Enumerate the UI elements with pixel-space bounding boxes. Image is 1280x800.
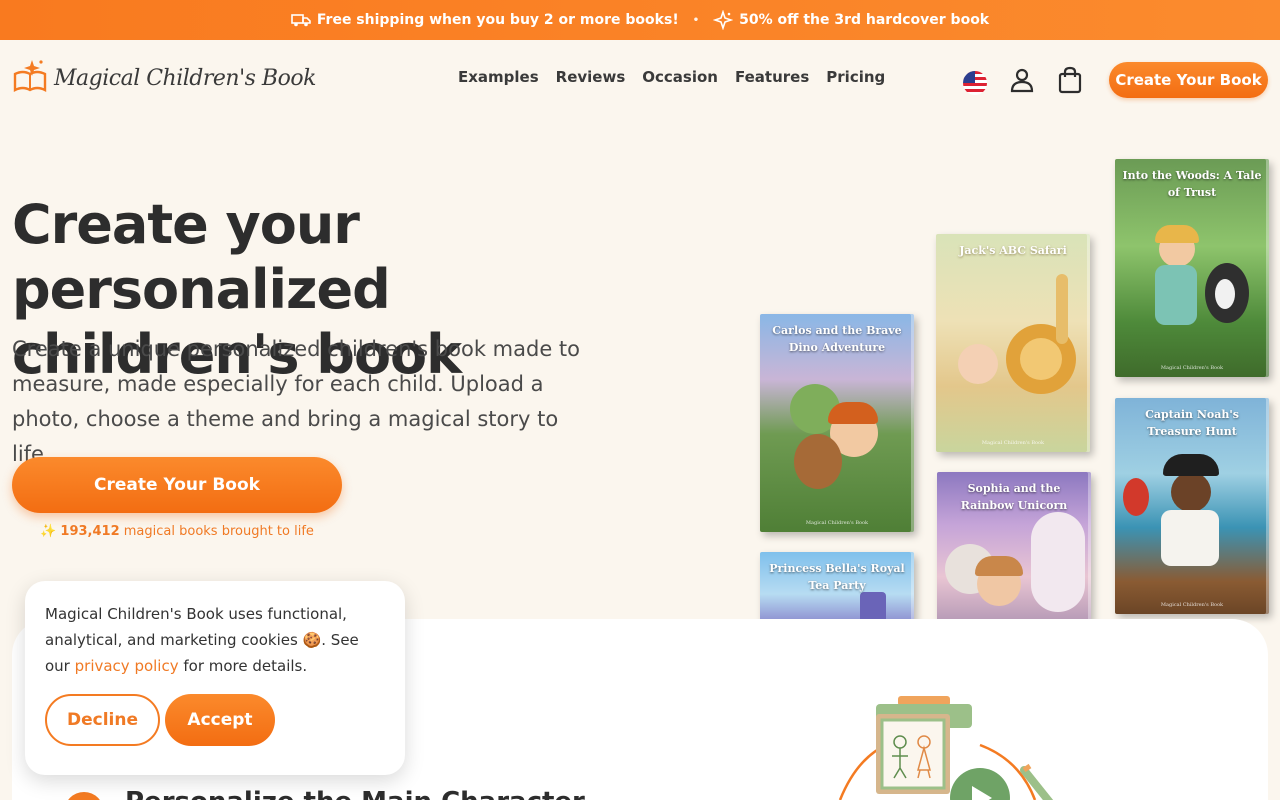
logo-text: Magical Children's Book [54,66,316,91]
cookie-message: Magical Children's Book uses functional,… [45,601,385,679]
header-create-book-button[interactable]: Create Your Book [1109,62,1268,98]
book-logo-icon [12,58,48,99]
book-title: Carlos and the Brave Dino Adventure [772,324,902,354]
user-icon[interactable] [1009,67,1035,98]
promo-separator: • [692,14,700,26]
promo-text-2: 50% off the 3rd hardcover book [739,12,990,28]
section-heading: Personalize the Main Character [125,787,585,800]
book-footer: Magical Children's Book [1160,602,1224,608]
shopping-bag-icon[interactable] [1057,66,1083,99]
cookie-banner: Magical Children's Book uses functional,… [25,581,405,775]
privacy-policy-link[interactable]: privacy policy [75,657,179,675]
book-cover-carlos[interactable]: Carlos and the Brave Dino Adventure Magi… [760,314,914,532]
counter-sparkle: ✨ [40,524,57,539]
main-nav: Examples Reviews Occasion Features Prici… [458,68,885,86]
accept-cookies-button[interactable]: Accept [165,694,275,746]
book-title: Sophia and the Rainbow Unicorn [960,482,1068,512]
book-cover-woods[interactable]: Into the Woods: A Tale of Trust Magical … [1115,159,1269,377]
cookie-actions: Decline Accept [45,694,275,746]
nav-occasion[interactable]: Occasion [642,68,718,86]
hero-create-book-button[interactable]: Create Your Book [12,457,342,513]
counter-label: magical books brought to life [123,524,314,539]
book-title: Captain Noah's Treasure Hunt [1145,408,1239,438]
promo-discount: 50% off the 3rd hardcover book [713,10,989,30]
sparkle-icon [713,10,734,30]
book-title: Jack's ABC Safari [959,244,1067,257]
books-counter: ✨ 193,412 magical books brought to life [12,524,342,539]
cookie-text-after: for more details. [178,657,308,675]
book-footer: Magical Children's Book [1160,365,1224,371]
book-cover-jack[interactable]: Jack's ABC Safari Magical Children's Boo… [936,234,1090,452]
logo[interactable]: Magical Children's Book [12,58,316,99]
nav-features[interactable]: Features [735,68,809,86]
site-header: Magical Children's Book Examples Reviews… [0,40,1280,120]
counter-number: 193,412 [60,524,120,539]
book-cover-bella[interactable]: Princess Bella's Royal Tea Party [760,552,914,622]
book-footer: Magical Children's Book [981,440,1045,446]
hero-title-line-1: Create your personalized [12,193,391,321]
book-title: Princess Bella's Royal Tea Party [769,562,905,592]
decline-cookies-button[interactable]: Decline [45,694,160,746]
book-title: Into the Woods: A Tale of Trust [1122,169,1262,199]
nav-reviews[interactable]: Reviews [556,68,626,86]
promo-bar: Free shipping when you buy 2 or more boo… [0,0,1280,40]
promo-text-1: Free shipping when you buy 2 or more boo… [316,12,679,28]
nav-examples[interactable]: Examples [458,68,539,86]
drawing-easel-illustration [820,690,1060,800]
nav-pricing[interactable]: Pricing [826,68,885,86]
hero-subtitle: Create a unique personalized children's … [12,337,580,466]
header-actions [963,66,1083,99]
us-flag-icon[interactable] [963,70,987,95]
book-cover-noah[interactable]: Captain Noah's Treasure Hunt Magical Chi… [1115,398,1269,614]
book-cover-sophia[interactable]: Sophia and the Rainbow Unicorn [937,472,1091,622]
truck-icon [291,12,311,28]
book-footer: Magical Children's Book [805,520,869,526]
promo-shipping: Free shipping when you buy 2 or more boo… [291,12,679,28]
